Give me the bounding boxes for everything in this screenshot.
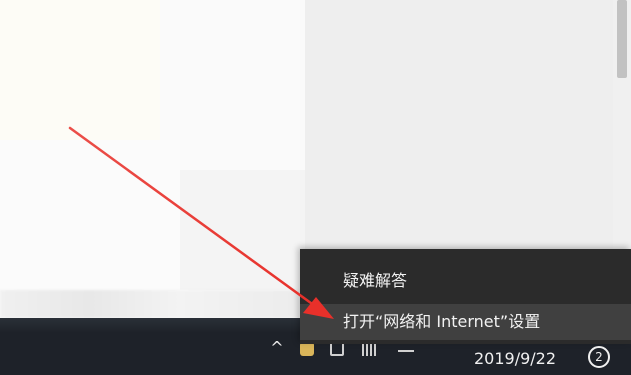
blurred-window-strip xyxy=(0,290,300,318)
menu-item-open-network-settings[interactable]: 打开“网络和 Internet”设置 xyxy=(300,304,631,340)
input-method-icon[interactable] xyxy=(425,342,455,356)
notification-center-icon[interactable]: 2 xyxy=(588,346,610,368)
menu-item-troubleshoot[interactable]: 疑难解答 xyxy=(300,263,631,299)
chevron-up-icon[interactable]: ^ xyxy=(266,338,288,358)
network-context-menu: 疑难解答 打开“网络和 Internet”设置 xyxy=(300,249,631,344)
network-icon[interactable] xyxy=(330,342,344,356)
desktop-background-patch xyxy=(0,0,160,140)
desktop-background-patch xyxy=(180,170,305,290)
scrollbar-thumb[interactable] xyxy=(617,0,627,78)
volume-icon[interactable] xyxy=(362,342,376,356)
tray-app-icon[interactable] xyxy=(300,342,314,356)
taskbar-date[interactable]: 2019/9/22 xyxy=(460,348,570,370)
